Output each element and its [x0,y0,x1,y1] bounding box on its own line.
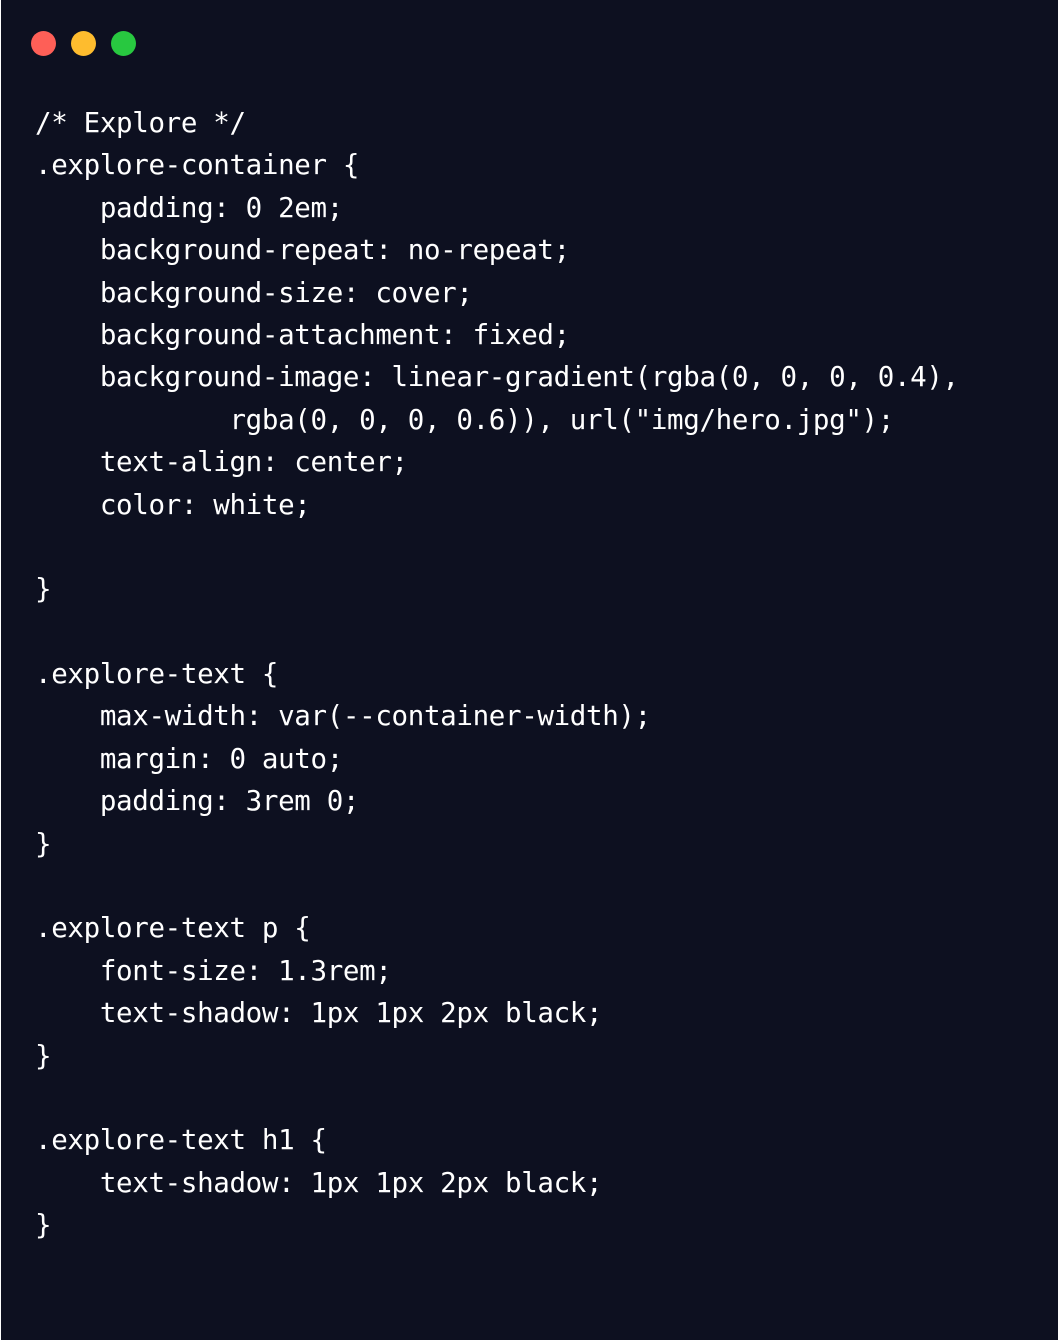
code-line: background-attachment: fixed; [35,318,570,351]
code-line: .explore-container { [35,149,360,182]
code-line: } [35,827,52,860]
code-line: rgba(0, 0, 0, 0.6)), url("img/hero.jpg")… [35,403,894,436]
code-window: /* Explore */ .explore-container { paddin… [1,0,1058,1340]
code-line: background-size: cover; [35,276,473,309]
window-controls [31,31,136,56]
code-line: .explore-text { [35,658,279,691]
code-line: background-image: linear-gradient(rgba(0… [35,361,959,394]
close-button[interactable] [31,31,56,56]
zoom-button[interactable] [111,31,136,56]
code-line: } [35,1209,52,1242]
code-line: padding: 0 2em; [35,191,343,224]
code-block: /* Explore */ .explore-container { paddin… [35,102,959,1247]
code-line: margin: 0 auto; [35,742,343,775]
code-line: font-size: 1.3rem; [35,954,392,987]
code-line: text-shadow: 1px 1px 2px black; [35,997,603,1030]
code-line: color: white; [35,488,311,521]
code-line: } [35,1039,52,1072]
code-line: /* Explore */ [35,107,246,139]
code-line: background-repeat: no-repeat; [35,234,570,267]
code-line: text-align: center; [35,446,408,479]
code-line: text-shadow: 1px 1px 2px black; [35,1166,603,1199]
code-line: .explore-text p { [35,912,311,945]
minimize-button[interactable] [71,31,96,56]
code-line: .explore-text h1 { [35,1124,327,1157]
code-line: } [35,573,52,606]
code-line: padding: 3rem 0; [35,785,360,818]
code-line: max-width: var(--container-width); [35,700,651,733]
